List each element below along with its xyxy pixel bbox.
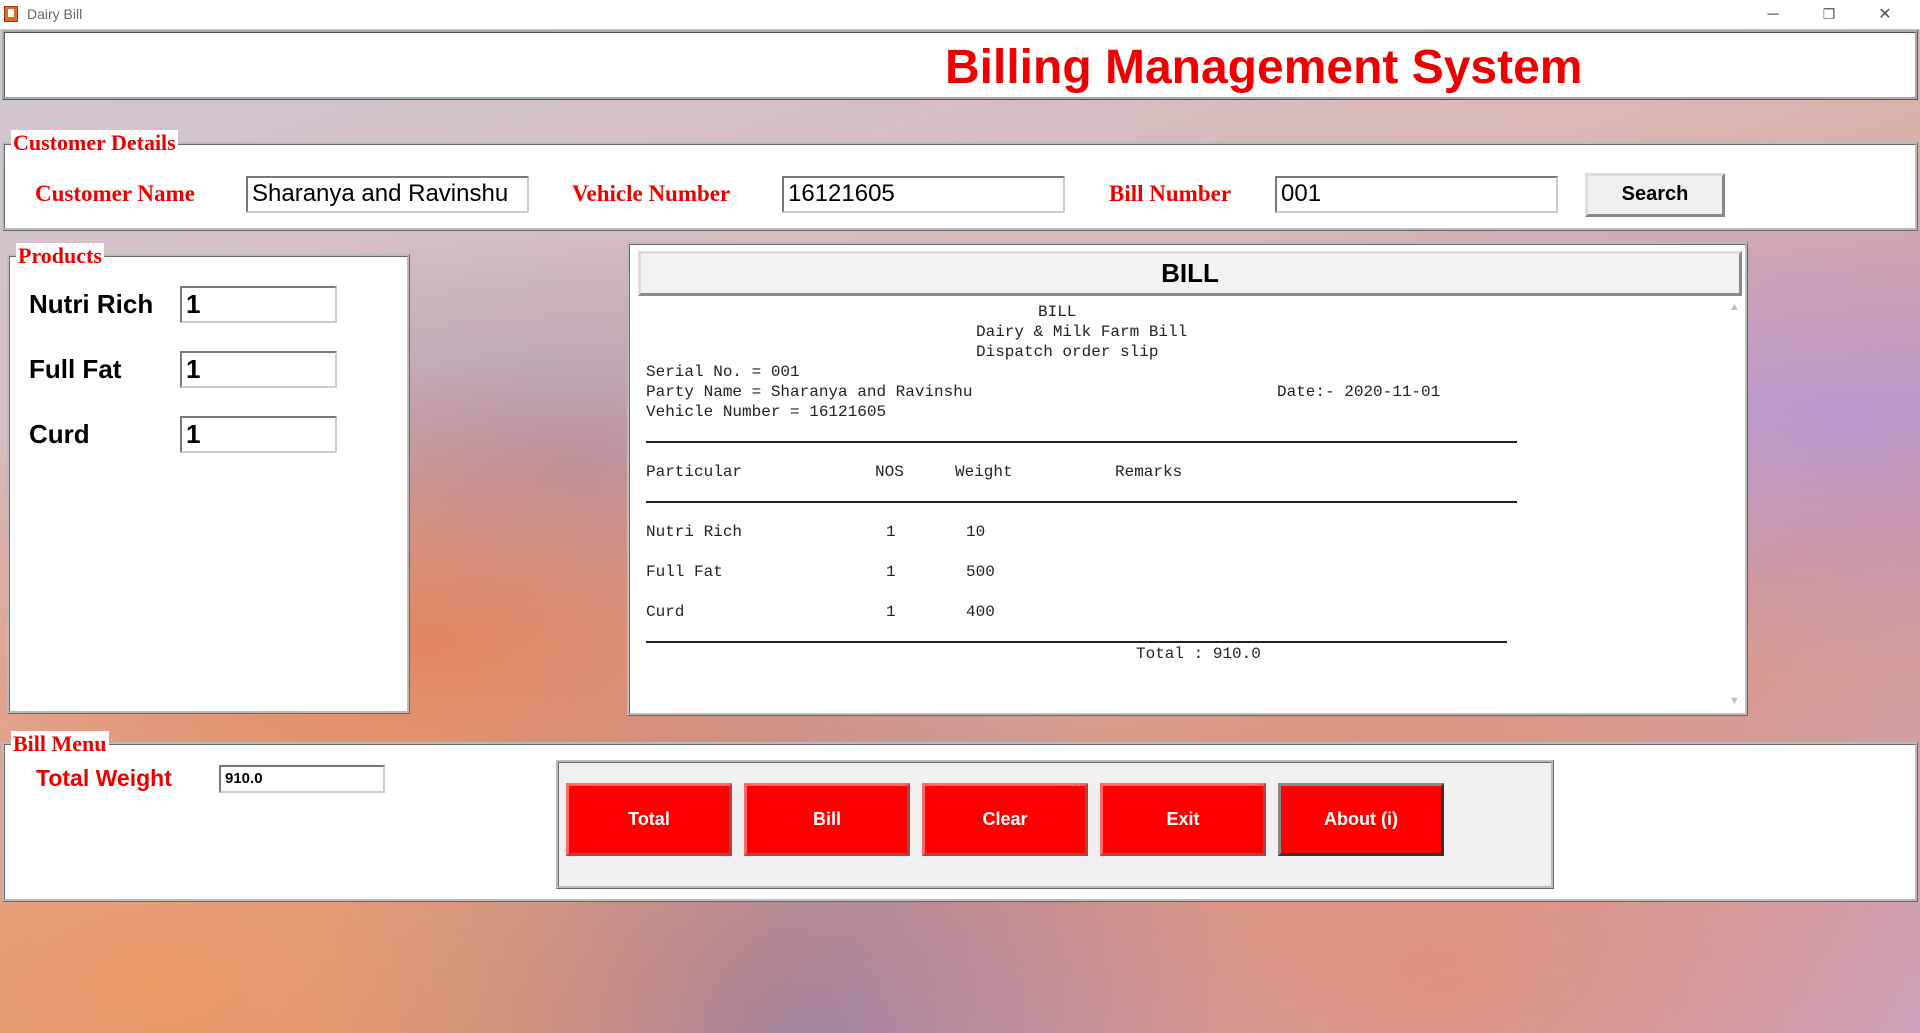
product-label-nutri-rich: Nutri Rich [29,289,154,319]
bill-line-serial: Serial No. = 001 [646,363,800,381]
header-panel: Billing Management System [2,30,1918,100]
product-qty-curd[interactable]: 1 [180,416,337,453]
customer-name-input[interactable]: Sharanya and Ravinshu [246,176,529,213]
exit-button[interactable]: Exit [1100,783,1266,856]
bill-line-title: BILL [1038,303,1077,321]
bill-line-party: Party Name = Sharanya and Ravinshu [646,383,973,401]
bill-row-particular: Full Fat [646,563,723,581]
product-qty-nutri-rich[interactable]: 1 [180,286,337,323]
bill-col-particular: Particular [646,463,743,481]
bill-panel: BILL BILL Dairy & Milk Farm Bill Dispatc… [627,242,1748,716]
bill-line-slip: Dispatch order slip [976,343,1159,361]
bill-col-nos: NOS [875,463,904,481]
bill-row-weight: 400 [966,603,995,621]
search-button[interactable]: Search [1585,173,1725,217]
scroll-down-icon[interactable]: ▼ [1729,695,1740,707]
products-group [7,254,410,714]
bill-col-weight: Weight [955,463,1013,481]
bill-row-nos: 1 [886,563,896,581]
bill-number-input[interactable]: 001 [1275,176,1558,213]
bill-row-weight: 10 [966,523,986,541]
bill-row-particular: Nutri Rich [646,523,743,541]
vehicle-number-input[interactable]: 16121605 [782,176,1065,213]
bill-menu-legend: Bill Menu [11,731,109,757]
total-weight-label: Total Weight [36,765,172,791]
window-title-bar: Dairy Bill ─ ❐ ✕ [0,0,1920,29]
close-icon[interactable]: ✕ [1862,0,1908,29]
bill-text-area[interactable]: BILL Dairy & Milk Farm Bill Dispatch ord… [646,303,1726,703]
bill-number-label: Bill Number [1109,181,1232,206]
product-qty-full-fat[interactable]: 1 [180,351,337,388]
bill-line-vehicle: Vehicle Number = 16121605 [646,403,887,421]
bill-row-particular: Curd [646,603,685,621]
restore-icon[interactable]: ❐ [1806,0,1852,29]
minimize-icon[interactable]: ─ [1750,0,1796,29]
bill-line-date: Date:- 2020-11-01 [1277,383,1441,401]
bill-button[interactable]: Bill [744,783,910,856]
bill-col-remarks: Remarks [1115,463,1183,481]
window-title: Dairy Bill [27,6,83,22]
bill-row-weight: 500 [966,563,995,581]
total-button[interactable]: Total [566,783,732,856]
total-weight-input[interactable]: 910.0 [219,765,385,793]
customer-details-legend: Customer Details [11,130,178,156]
product-label-curd: Curd [29,419,90,449]
page-title: Billing Management System [945,41,1583,94]
clear-button[interactable]: Clear [922,783,1088,856]
products-legend: Products [16,243,104,269]
bill-row-nos: 1 [886,523,896,541]
bill-divider [646,501,1517,503]
app-icon [4,6,18,22]
bill-divider [646,641,1507,643]
bill-scrollbar[interactable]: ▲ ▼ [1726,297,1742,711]
about-button[interactable]: About (i) [1278,783,1444,856]
bill-title: BILL [638,251,1742,296]
bill-divider [646,441,1517,443]
scroll-up-icon[interactable]: ▲ [1729,301,1740,313]
product-label-full-fat: Full Fat [29,354,122,384]
bill-total: Total : 910.0 [1136,645,1261,663]
customer-name-label: Customer Name [35,181,195,206]
bill-line-farm: Dairy & Milk Farm Bill [976,323,1188,341]
bill-row-nos: 1 [886,603,896,621]
vehicle-number-label: Vehicle Number [572,181,731,206]
